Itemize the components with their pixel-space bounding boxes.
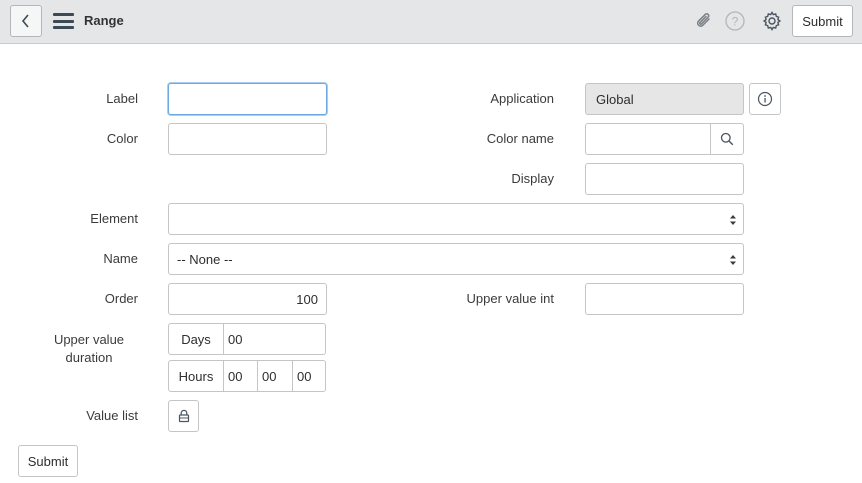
search-icon: [720, 132, 734, 146]
element-field-label: Element: [90, 211, 138, 226]
element-select[interactable]: [168, 203, 744, 235]
color-input[interactable]: [168, 123, 327, 155]
upper-value-duration-label-line2: duration: [65, 350, 113, 365]
back-icon: [21, 14, 29, 28]
label-input[interactable]: [168, 83, 327, 115]
menu-icon[interactable]: [53, 12, 74, 30]
application-field: Global: [585, 83, 744, 115]
svg-text:?: ?: [732, 15, 739, 29]
label-field-label: Label: [106, 91, 138, 106]
footer-submit-button[interactable]: Submit: [18, 445, 78, 477]
color-field-label: Color: [106, 131, 138, 146]
page-title: Range: [84, 13, 124, 28]
display-input[interactable]: [585, 163, 744, 195]
help-icon[interactable]: ?: [724, 10, 746, 32]
info-icon: [757, 91, 773, 107]
paperclip-icon[interactable]: [693, 10, 715, 32]
application-info-button[interactable]: [749, 83, 781, 115]
gear-icon[interactable]: [761, 10, 783, 32]
name-select[interactable]: -- None --: [168, 243, 744, 275]
duration-days-group: Days 00: [168, 323, 326, 355]
select-arrows-icon: [730, 215, 736, 225]
order-input[interactable]: [168, 283, 327, 315]
duration-hours-group: Hours 00 00 00: [168, 360, 326, 392]
color-name-input[interactable]: [586, 124, 710, 154]
name-field-label: Name: [103, 251, 138, 266]
value-list-lock-button[interactable]: [168, 400, 199, 432]
form-header: Range ? Submit: [0, 0, 862, 44]
upper-value-duration-field-label: Upper value duration: [40, 331, 138, 367]
lock-icon: [178, 409, 189, 423]
hours-input[interactable]: 00: [224, 361, 258, 391]
display-field-label: Display: [511, 171, 554, 186]
minutes-input[interactable]: 00: [258, 361, 293, 391]
header-submit-button[interactable]: Submit: [792, 5, 853, 37]
value-list-field-label: Value list: [86, 408, 138, 423]
upper-value-int-field-label: Upper value int: [466, 291, 554, 306]
color-name-field-label: Color name: [486, 131, 554, 146]
application-field-label: Application: [490, 91, 554, 106]
color-name-lookup-button[interactable]: [710, 124, 743, 154]
order-field-label: Order: [104, 291, 138, 306]
seconds-input[interactable]: 00: [293, 361, 325, 391]
back-button[interactable]: [10, 5, 42, 37]
days-caption: Days: [169, 324, 224, 354]
upper-value-int-input[interactable]: [585, 283, 744, 315]
color-name-field[interactable]: [585, 123, 744, 155]
select-arrows-icon: [730, 255, 736, 265]
days-input[interactable]: 00: [224, 324, 325, 354]
hours-caption: Hours: [169, 361, 224, 391]
upper-value-duration-label-line1: Upper value: [53, 332, 125, 347]
name-select-value: -- None --: [177, 251, 233, 267]
